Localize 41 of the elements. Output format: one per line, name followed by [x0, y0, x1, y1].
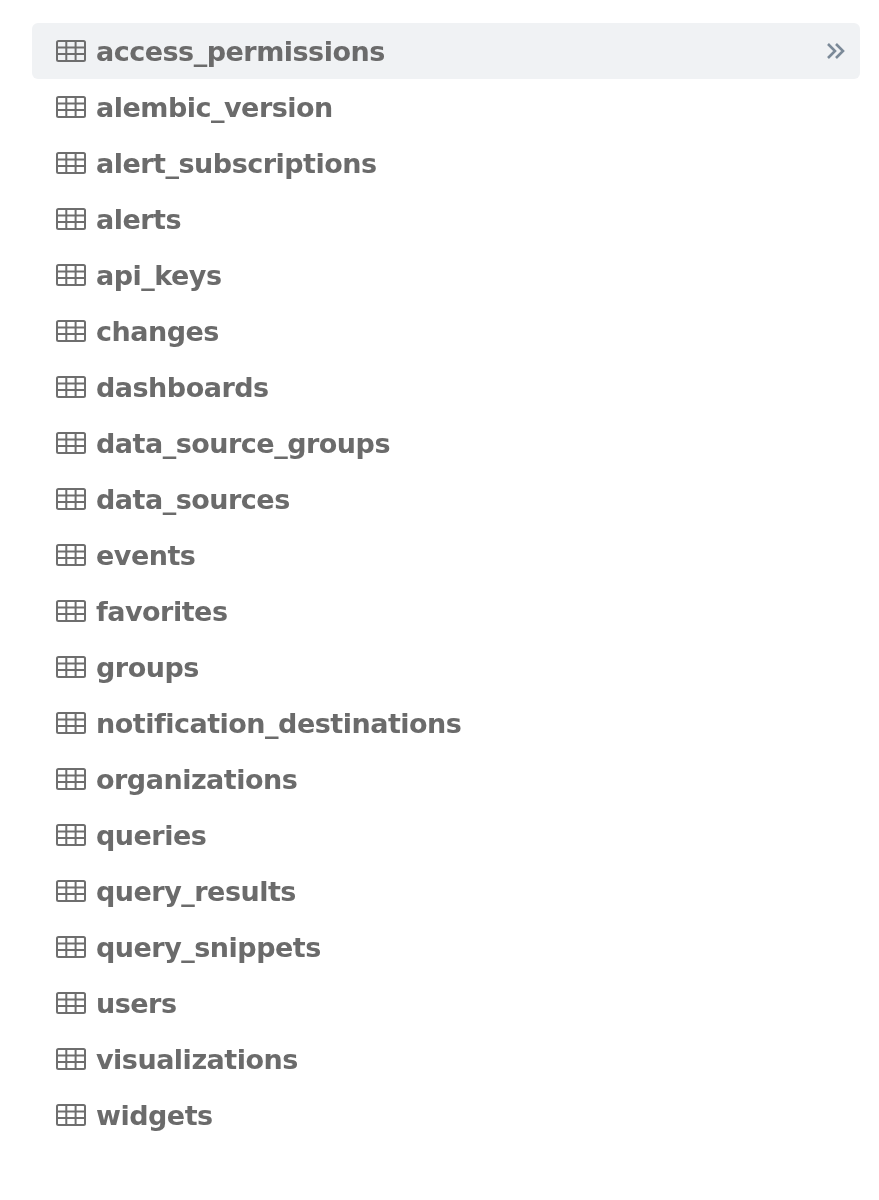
table-list-item[interactable]: widgets — [32, 1087, 860, 1143]
table-icon — [56, 488, 86, 510]
table-icon — [56, 824, 86, 846]
double-chevron-icon[interactable] — [826, 42, 846, 60]
table-list-item[interactable]: events — [32, 527, 860, 583]
table-icon — [56, 40, 86, 62]
table-icon — [56, 936, 86, 958]
table-icon — [56, 768, 86, 790]
table-icon — [56, 880, 86, 902]
table-list-item[interactable]: visualizations — [32, 1031, 860, 1087]
table-list-item[interactable]: query_results — [32, 863, 860, 919]
table-list-item[interactable]: data_sources — [32, 471, 860, 527]
table-list-item[interactable]: alerts — [32, 191, 860, 247]
table-list-item[interactable]: favorites — [32, 583, 860, 639]
table-icon — [56, 152, 86, 174]
table-icon — [56, 544, 86, 566]
table-list-item[interactable]: dashboards — [32, 359, 860, 415]
table-list-item[interactable]: data_source_groups — [32, 415, 860, 471]
table-list-item[interactable]: alembic_version — [32, 79, 860, 135]
table-list-item[interactable]: access_permissions — [32, 23, 860, 79]
table-list-item[interactable]: changes — [32, 303, 860, 359]
table-icon — [56, 600, 86, 622]
table-icon — [56, 712, 86, 734]
table-list-item[interactable]: alert_subscriptions — [32, 135, 860, 191]
table-list-item[interactable]: notification_destinations — [32, 695, 860, 751]
table-icon — [56, 96, 86, 118]
table-icon — [56, 1104, 86, 1126]
table-list-item[interactable]: users — [32, 975, 860, 1031]
table-icon — [56, 656, 86, 678]
table-icon — [56, 264, 86, 286]
table-list-item[interactable]: api_keys — [32, 247, 860, 303]
table-list-item[interactable]: groups — [32, 639, 860, 695]
table-list-item[interactable]: organizations — [32, 751, 860, 807]
table-list-item[interactable]: queries — [32, 807, 860, 863]
table-icon — [56, 320, 86, 342]
table-icon — [56, 432, 86, 454]
table-icon — [56, 1048, 86, 1070]
table-list-item[interactable]: query_snippets — [32, 919, 860, 975]
table-icon — [56, 376, 86, 398]
table-icon — [56, 992, 86, 1014]
table-icon — [56, 208, 86, 230]
